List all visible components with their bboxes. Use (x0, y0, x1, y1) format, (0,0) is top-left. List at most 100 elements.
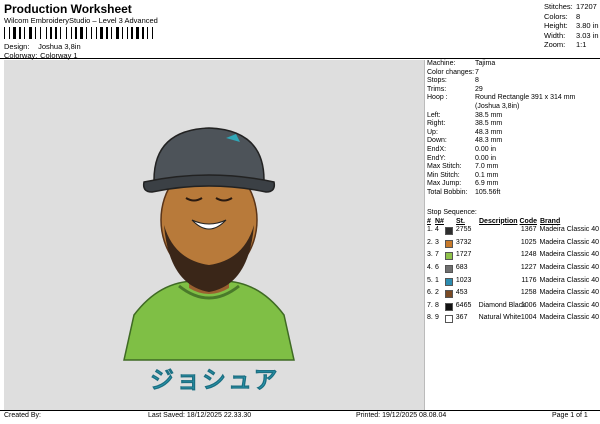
info-value: 48.3 mm (475, 137, 503, 145)
info-label: Max Stitch: (427, 163, 462, 171)
stop-sequence-rows: 1. 4 2755 1367 Madeira Classic 40 2. 3 3732 1025… (427, 226, 599, 327)
row-index: 3. (427, 251, 433, 259)
table-row: 3. 7 1727 1248 Madeira Classic 40 (427, 251, 599, 264)
row-stitches: 1227 (520, 263, 537, 271)
info-row: Stops: 8 (427, 77, 597, 86)
color-swatch-box (444, 227, 453, 236)
color-swatch-box (444, 302, 453, 311)
page-number: Page 1 of 1 (552, 412, 588, 419)
color-swatch (444, 239, 456, 252)
info-label: Max Jump: (427, 180, 462, 188)
software-subtitle: Wilcom EmbroideryStudio – Level 3 Advanc… (4, 16, 158, 25)
color-swatch (444, 302, 456, 315)
row-description (479, 239, 519, 252)
info-value: 38.5 mm (475, 111, 503, 119)
info-label: Machine: (427, 60, 456, 67)
row-needle: 8 (434, 301, 439, 309)
row-index: 1. (427, 226, 433, 234)
row-color-code: 6465 (455, 301, 472, 309)
info-value: 38.5 mm (475, 120, 503, 128)
row-stitches: 1176 (521, 276, 537, 284)
info-value: 6.9 mm (475, 180, 499, 188)
info-row: Max Stitch: 7.0 mm (427, 163, 597, 172)
stop-sequence-header: # N# St. Description Code Brand (427, 218, 599, 227)
info-value: 48.3 mm (475, 128, 503, 136)
row-index: 6. (427, 289, 433, 297)
info-row: Total Bobbin: 105.56ft (427, 189, 597, 198)
height-label: Height: (544, 21, 568, 31)
row-stitches: 1248 (520, 251, 537, 259)
info-label: Down: (427, 137, 447, 145)
info-label: Stops: (427, 77, 447, 85)
row-needle: 4 (434, 226, 439, 234)
color-swatch (444, 277, 456, 290)
design-row: Design: Joshua 3,8in (4, 42, 81, 51)
info-value: 7 (475, 68, 479, 76)
worksheet-title: Production Worksheet (4, 2, 132, 16)
info-label: Left: (427, 111, 441, 119)
last-saved: Last Saved: 18/12/2025 22.33.30 (148, 412, 252, 419)
color-swatch-box (444, 290, 453, 299)
row-stitches: 1258 (520, 289, 537, 297)
color-swatch (444, 264, 456, 277)
machine-info: Machine: Tajima Color changes: 7 Stops: 8 Trim… (427, 60, 597, 198)
color-swatch (444, 314, 456, 327)
info-row: Trims: 29 (427, 86, 597, 95)
row-color-code: 1023 (455, 276, 472, 284)
row-index: 4. (427, 263, 433, 271)
row-description (479, 251, 519, 264)
row-color-code: 2755 (455, 226, 472, 234)
row-color-code: 1727 (455, 251, 472, 259)
row-color-code: 3732 (455, 238, 472, 246)
col-brand: Brand (540, 217, 561, 225)
row-color-code: 683 (455, 263, 468, 271)
color-swatch-box (444, 277, 453, 286)
info-label: Hoop : (427, 94, 448, 102)
row-brand: Madeira Classic 40 (539, 238, 600, 246)
info-value: Tajima (475, 60, 496, 67)
design-barcode (4, 25, 184, 39)
info-label: Min Stitch: (427, 171, 460, 179)
color-swatch-box (444, 264, 453, 273)
info-label: Up: (427, 128, 438, 136)
row-stitches: 1367 (520, 226, 537, 234)
row-brand: Madeira Classic 40 (539, 289, 600, 297)
color-swatch (444, 226, 456, 239)
row-needle: 6 (434, 263, 439, 271)
embroidery-artwork (123, 127, 295, 361)
design-summary: Stitches: 17207 Colors: 8 Height: 3.80 in W… (544, 2, 599, 50)
info-row: EndY: 0.00 in (427, 155, 597, 164)
col-index: # (427, 217, 431, 225)
width-label: Width: (544, 30, 566, 40)
info-label: Right: (427, 120, 446, 128)
info-label: Trims: (427, 85, 447, 93)
color-swatch (444, 289, 456, 302)
table-row: 2. 3 3732 1025 Madeira Classic 40 (427, 239, 599, 252)
row-description: Diamond Black (478, 301, 526, 309)
info-row: Max Jump: 6.9 mm (427, 180, 597, 189)
header-divider (0, 58, 600, 59)
info-label: EndY: (427, 154, 446, 162)
info-row: Color changes: 7 (427, 69, 597, 78)
info-value: Round Rectangle 391 x 314 mm (Joshua 3,8… (475, 94, 576, 110)
row-index: 2. (427, 238, 433, 246)
height-value: 3.80 in (576, 21, 599, 31)
info-value: 0.00 in (475, 154, 497, 162)
info-value: 105.56ft (475, 188, 501, 196)
created-by: Created By: (4, 412, 41, 419)
row-brand: Madeira Classic 40 (539, 263, 600, 271)
row-description: Natural White (478, 314, 522, 322)
color-swatch-box (444, 239, 453, 248)
stop-sequence-label: Stop Sequence: (427, 209, 477, 216)
row-stitches: 1004 (520, 314, 537, 322)
table-row: 4. 6 683 1227 Madeira Classic 40 (427, 264, 599, 277)
color-swatch-box (444, 315, 453, 324)
width-value: 3.03 in (576, 30, 599, 40)
zoom-value: 1:1 (576, 40, 587, 50)
col-description: Description (479, 217, 518, 225)
row-index: 5. (427, 276, 433, 284)
table-row: 7. 8 6465 Diamond Black 1006 Madeira Classic … (427, 302, 599, 315)
info-value: 29 (475, 85, 483, 93)
stop-sequence-table: Stop Sequence: # N# St. Description Code… (427, 209, 599, 327)
info-row: Up: 48.3 mm (427, 129, 597, 138)
